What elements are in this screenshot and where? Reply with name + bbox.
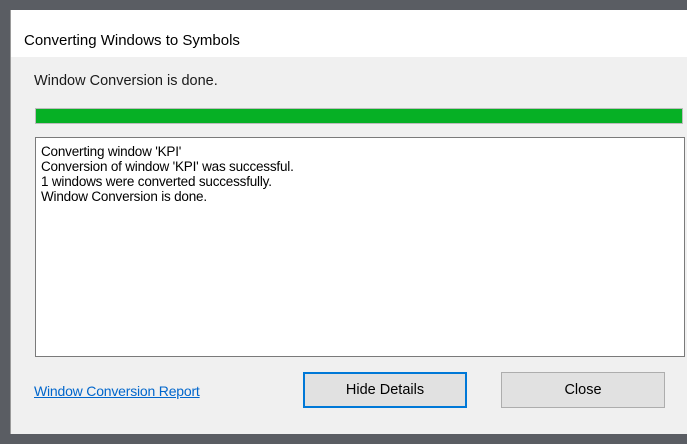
progress-bar xyxy=(35,108,683,124)
status-message: Window Conversion is done. xyxy=(34,73,218,89)
progress-bar-fill xyxy=(36,109,682,123)
log-line: Window Conversion is done. xyxy=(41,189,207,204)
hide-details-button[interactable]: Hide Details xyxy=(303,372,467,408)
conversion-dialog: Converting Windows to Symbols Window Con… xyxy=(10,10,687,434)
window-title: Converting Windows to Symbols xyxy=(24,32,240,49)
conversion-report-link[interactable]: Window Conversion Report xyxy=(34,383,200,399)
details-log[interactable]: Converting window 'KPI' Conversion of wi… xyxy=(35,137,685,357)
close-button[interactable]: Close xyxy=(501,372,665,408)
log-line: Conversion of window 'KPI' was successfu… xyxy=(41,159,294,174)
log-line: 1 windows were converted successfully. xyxy=(41,174,272,189)
log-line: Converting window 'KPI' xyxy=(41,144,182,159)
title-bar: Converting Windows to Symbols xyxy=(11,10,687,57)
